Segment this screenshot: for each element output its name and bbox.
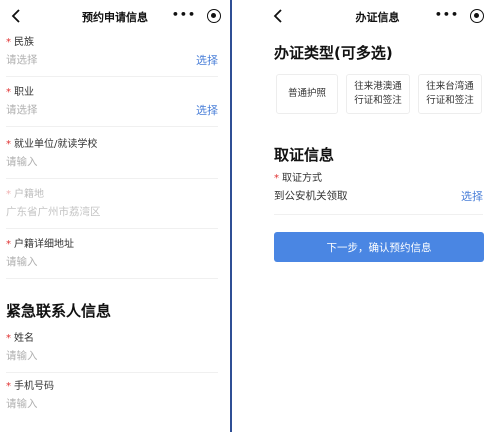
option-label: 普通护照	[287, 88, 326, 99]
application-info-screen: 预约申请信息 ••• * 民族 请选择 选择 * 职业 请选择 选择 * 就业单位/就…	[0, 0, 230, 432]
close-miniprogram-icon[interactable]	[207, 9, 221, 23]
ethnicity-select-link[interactable]: 选择	[196, 52, 218, 68]
employer-school-field[interactable]: * 就业单位/就读学校 请输入	[6, 138, 218, 179]
field-divider	[6, 228, 218, 229]
option-label: 行证和签注	[426, 95, 474, 106]
option-ordinary-passport[interactable]: 普通护照	[276, 74, 338, 114]
pickup-method-select-link[interactable]: 选择	[461, 188, 483, 204]
field-divider	[6, 76, 218, 77]
next-confirm-button[interactable]: 下一步，确认预约信息	[274, 232, 484, 262]
pickup-method-value: 到公安机关领取	[274, 190, 348, 202]
pickup-info-title: 取证信息	[274, 146, 335, 164]
certificate-type-title: 办证类型(可多选)	[274, 44, 393, 62]
field-divider	[6, 278, 218, 279]
navbar: 办证信息 •••	[262, 0, 493, 34]
household-address-input[interactable]: 请输入	[6, 254, 218, 270]
navbar: 预约申请信息 •••	[0, 0, 230, 34]
pickup-method-label: 取证方式	[282, 173, 322, 184]
household-registration-value: 广东省广州市荔湾区	[6, 206, 101, 218]
more-menu-icon[interactable]: •••	[172, 8, 196, 21]
required-mark: *	[6, 381, 11, 392]
option-label: 行证和签注	[354, 95, 402, 106]
required-mark: *	[6, 37, 11, 48]
option-label: 往来台湾通	[426, 81, 474, 92]
occupation-placeholder: 请选择	[6, 104, 38, 116]
household-address-label: 户籍详细地址	[14, 239, 74, 250]
more-menu-icon[interactable]: •••	[435, 8, 459, 21]
option-label: 往来港澳通	[354, 81, 402, 92]
option-taiwan-permit[interactable]: 往来台湾通行证和签注	[418, 74, 482, 114]
employer-school-label: 就业单位/就读学校	[14, 139, 98, 150]
contact-name-input[interactable]: 请输入	[6, 348, 218, 364]
required-mark: *	[274, 173, 279, 184]
field-divider	[6, 126, 218, 127]
contact-phone-label: 手机号码	[14, 381, 54, 392]
required-mark: *	[6, 239, 11, 250]
certificate-info-screen: 办证信息 ••• 办证类型(可多选) 普通护照 往来港澳通行证和签注 往来台湾通…	[262, 0, 493, 432]
occupation-label: 职业	[14, 87, 34, 98]
required-mark: *	[6, 87, 11, 98]
required-mark: *	[6, 139, 11, 150]
required-mark: *	[6, 189, 11, 200]
occupation-field[interactable]: * 职业 请选择 选择	[6, 86, 218, 127]
household-address-field[interactable]: * 户籍详细地址 请输入	[6, 238, 218, 279]
field-divider	[6, 178, 218, 179]
field-divider	[6, 372, 218, 373]
field-divider	[274, 214, 483, 215]
contact-name-field[interactable]: * 姓名 请输入	[6, 332, 218, 373]
employer-school-input[interactable]: 请输入	[6, 154, 218, 170]
contact-phone-input[interactable]: 请输入	[6, 396, 218, 412]
emergency-contact-title: 紧急联系人信息	[6, 302, 112, 320]
ethnicity-placeholder: 请选择	[6, 54, 38, 66]
household-registration-label: 户籍地	[14, 189, 44, 200]
ethnicity-field[interactable]: * 民族 请选择 选择	[6, 36, 218, 77]
household-registration-field: * 户籍地 广东省广州市荔湾区	[6, 188, 218, 229]
option-hk-macau-permit[interactable]: 往来港澳通行证和签注	[346, 74, 410, 114]
pickup-method-field[interactable]: * 取证方式 到公安机关领取 选择	[274, 172, 483, 215]
panel-gap	[232, 0, 262, 432]
contact-name-label: 姓名	[14, 333, 34, 344]
close-miniprogram-icon[interactable]	[470, 9, 484, 23]
required-mark: *	[6, 333, 11, 344]
occupation-select-link[interactable]: 选择	[196, 102, 218, 118]
ethnicity-label: 民族	[14, 37, 34, 48]
contact-phone-field[interactable]: * 手机号码 请输入	[6, 380, 218, 412]
